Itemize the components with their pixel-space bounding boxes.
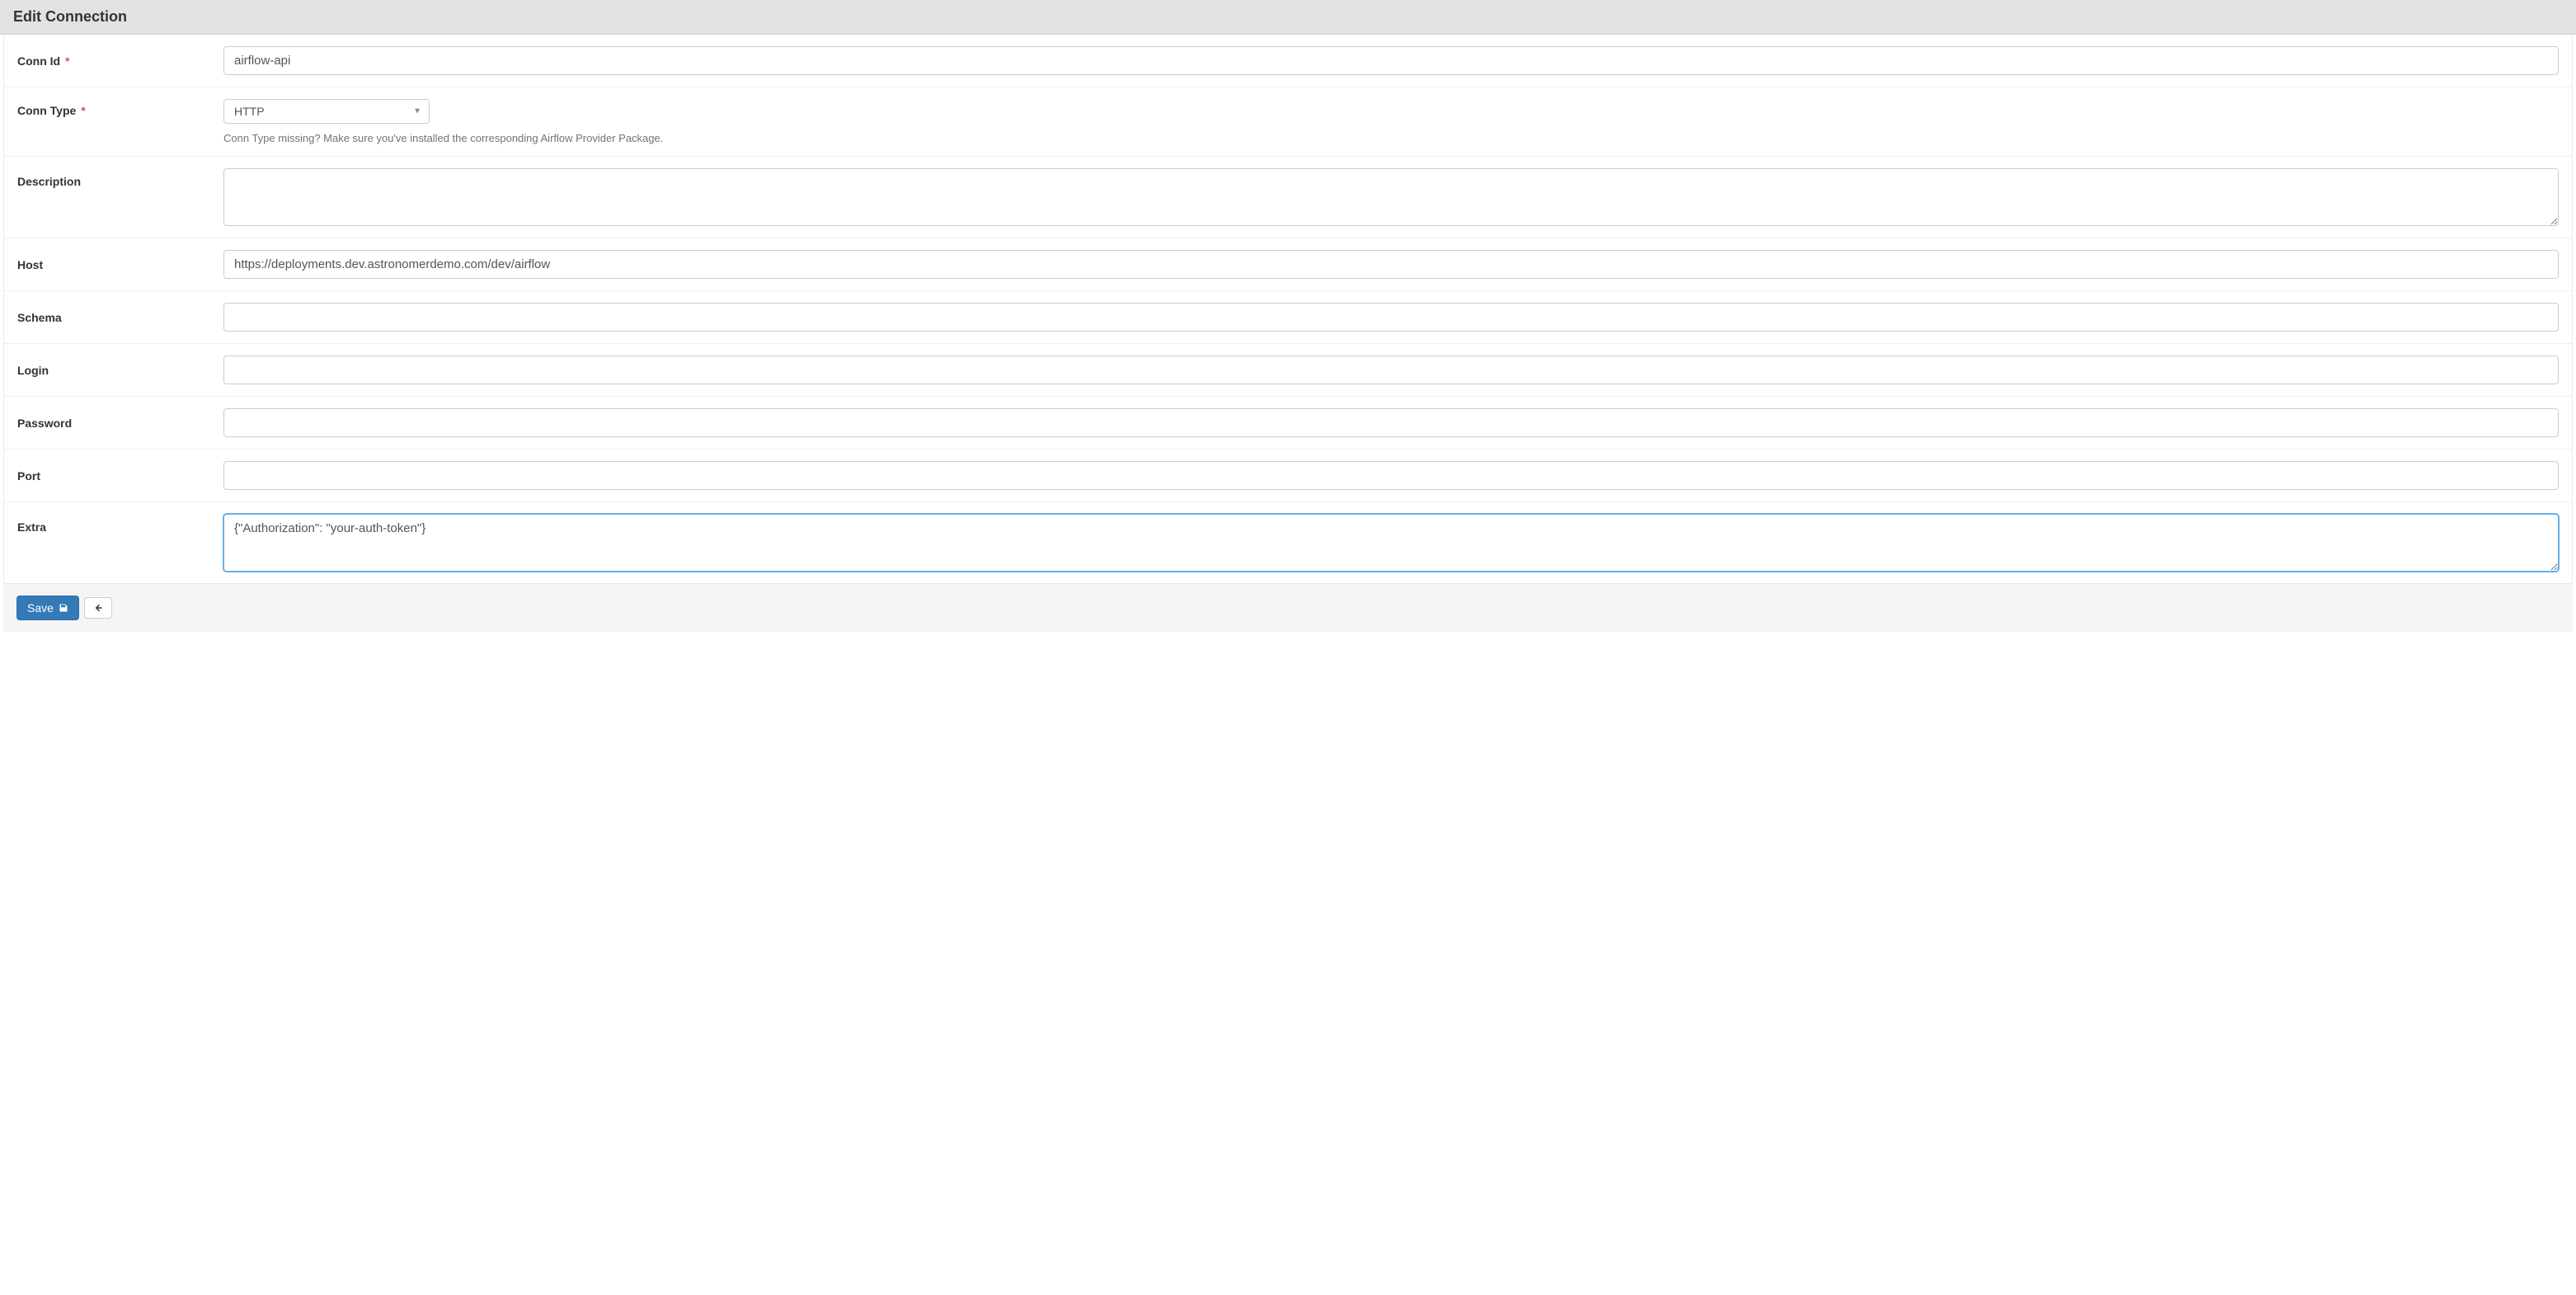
label-conn-id: Conn Id * [17,54,223,68]
edit-connection-form: Conn Id * Conn Type * HTTP ▼ Conn Type m… [3,35,2573,584]
form-footer: Save [3,584,2573,632]
required-asterisk: * [65,54,69,68]
label-description: Description [17,168,223,188]
row-description: Description [4,157,2572,238]
save-button[interactable]: Save [16,596,79,620]
login-input[interactable] [223,356,2559,384]
page-header: Edit Connection [0,0,2576,35]
conn-id-input[interactable] [223,46,2559,75]
row-extra: Extra {"Authorization": "your-auth-token… [4,502,2572,583]
label-password: Password [17,417,223,430]
conn-type-help: Conn Type missing? Make sure you've inst… [223,132,2559,144]
save-icon [59,603,68,613]
page-title: Edit Connection [13,8,2563,26]
label-conn-type: Conn Type * [17,99,223,117]
extra-input[interactable]: {"Authorization": "your-auth-token"} [223,514,2559,572]
row-schema: Schema [4,291,2572,344]
conn-type-select[interactable]: HTTP [223,99,430,124]
label-host: Host [17,258,223,271]
label-login: Login [17,364,223,377]
row-password: Password [4,397,2572,450]
row-conn-id: Conn Id * [4,35,2572,87]
password-input[interactable] [223,408,2559,437]
label-extra: Extra [17,514,223,534]
label-schema: Schema [17,311,223,324]
back-arrow-icon [93,603,103,613]
description-input[interactable] [223,168,2559,226]
port-input[interactable] [223,461,2559,490]
back-button[interactable] [84,597,112,619]
row-host: Host [4,238,2572,291]
host-input[interactable] [223,250,2559,279]
label-port: Port [17,469,223,483]
row-conn-type: Conn Type * HTTP ▼ Conn Type missing? Ma… [4,87,2572,157]
row-port: Port [4,450,2572,502]
required-asterisk: * [81,104,85,117]
schema-input[interactable] [223,303,2559,332]
row-login: Login [4,344,2572,397]
